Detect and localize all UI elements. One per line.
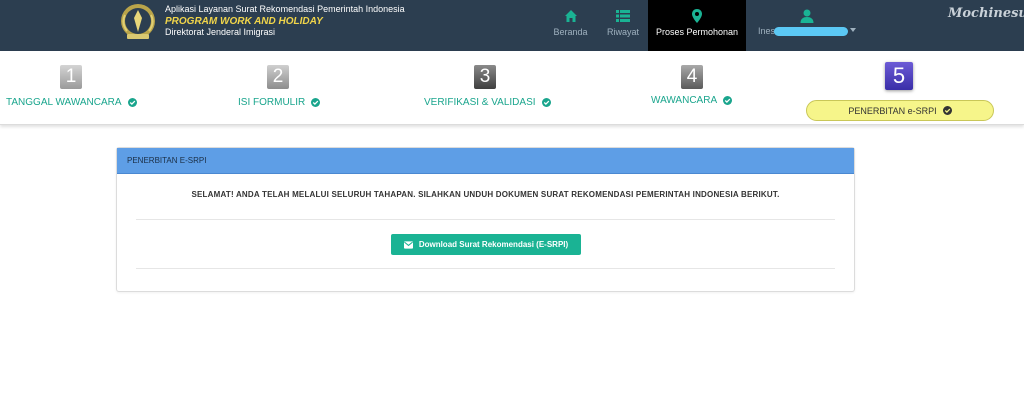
nav-beranda[interactable]: Beranda [548,0,593,51]
check-circle-icon [942,106,952,115]
check-circle-icon [541,98,551,107]
progress-steps: 1 TANGGAL WAWANCARA 2 ISI FORMULIR 3 VER… [0,51,1024,125]
step-2-label: ISI FORMULIR [238,97,306,108]
user-name-prefix: Ines [758,26,776,36]
caret-down-icon [850,28,856,32]
download-esrpi-button[interactable]: Download Surat Rekomendasi (E-SRPI) [391,234,581,255]
esrpi-panel: PENERBITAN E-SRPI SELAMAT! ANDA TELAH ME… [116,147,855,292]
immigration-emblem-logo[interactable] [117,3,159,41]
panel-title: PENERBITAN E-SRPI [117,148,854,174]
user-name-redacted [774,27,848,36]
user-icon [800,9,814,23]
check-circle-icon [311,98,321,107]
app-title-directorate: Direktorat Jenderal Imigrasi [165,27,276,37]
step-1[interactable]: TANGGAL WAWANCARA [6,97,137,108]
map-marker-icon [692,9,702,23]
top-navbar: Aplikasi Layanan Surat Rekomendasi Pemer… [0,0,1024,51]
nav-proses-permohonan[interactable]: Proses Permohonan [648,0,746,51]
user-menu[interactable]: Ines [758,0,868,51]
nav-proses-label: Proses Permohonan [655,27,739,37]
completion-message: SELAMAT! ANDA TELAH MELALUI SELURUH TAHA… [191,190,780,199]
list-icon [616,10,630,22]
step-4-number: 4 [681,65,703,89]
download-button-label: Download Surat Rekomendasi (E-SRPI) [418,240,569,249]
step-5-label: PENERBITAN e-SRPI [848,105,937,116]
step-2-number: 2 [267,65,289,89]
step-3-number: 3 [474,65,496,89]
nav-riwayat-label: Riwayat [606,27,639,37]
check-circle-icon [723,96,733,105]
app-brand: Aplikasi Layanan Surat Rekomendasi Pemer… [165,4,405,38]
app-title-line1: Aplikasi Layanan Surat Rekomendasi Pemer… [165,4,405,14]
check-circle-icon [127,98,137,107]
nav-riwayat[interactable]: Riwayat [603,0,643,51]
step-4-label: WAWANCARA [651,95,718,106]
envelope-icon [403,240,413,249]
divider [136,219,835,220]
step-2[interactable]: ISI FORMULIR [238,97,321,108]
step-5[interactable]: PENERBITAN e-SRPI [806,100,994,121]
step-3-label: VERIFIKASI & VALIDASI [424,97,536,108]
divider [136,268,835,269]
step-1-label: TANGGAL WAWANCARA [6,97,122,108]
app-title-program: PROGRAM WORK AND HOLIDAY [165,16,323,27]
step-4[interactable]: WAWANCARA [651,95,733,106]
step-3[interactable]: VERIFIKASI & VALIDASI [424,97,551,108]
nav-beranda-label: Beranda [553,27,588,37]
step-5-number: 5 [885,62,913,90]
home-icon [564,10,577,22]
watermark: Mochinesu [948,6,1024,21]
step-1-number: 1 [60,65,82,89]
